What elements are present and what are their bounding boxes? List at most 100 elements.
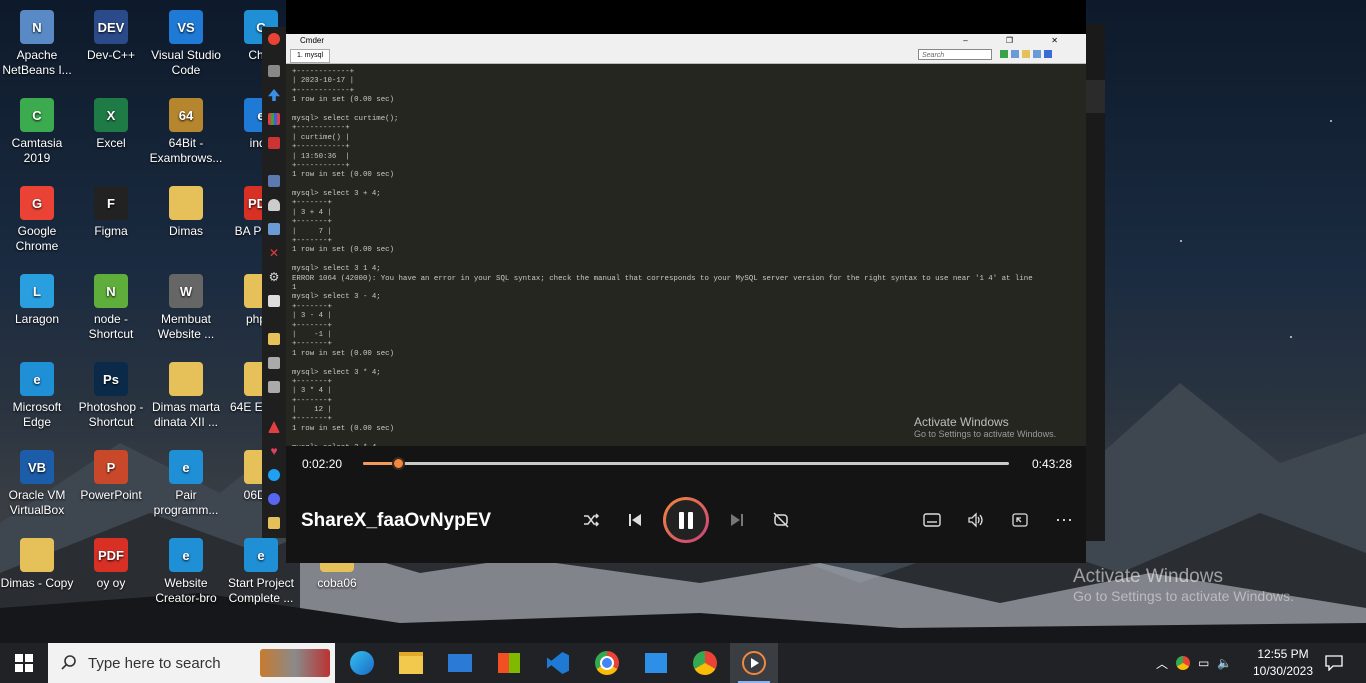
heart-icon[interactable]: ♥ <box>268 445 280 457</box>
film-icon[interactable] <box>268 137 280 149</box>
upload-arrow-icon[interactable] <box>268 89 280 101</box>
desktop-icon[interactable]: N Apache NetBeans I... <box>0 0 74 78</box>
desktop-icon[interactable]: e Pair programm... <box>149 440 223 518</box>
tools-icon[interactable]: ✕ <box>268 247 280 259</box>
clock[interactable]: 12:55 PM 10/30/2023 <box>1248 646 1318 680</box>
list-icon[interactable] <box>268 381 280 393</box>
folder-icon <box>399 652 423 674</box>
taskbar-chrome[interactable] <box>583 643 631 683</box>
desktop-icon[interactable]: W Membuat Website ... <box>149 264 223 342</box>
desktop-icon-label: Dev-C++ <box>86 48 136 62</box>
desktop-icon[interactable]: Nnode - Shortcut <box>74 264 148 342</box>
repeat-off-icon[interactable] <box>769 508 793 532</box>
desktop-icon[interactable]: Ps Photoshop - Shortcut <box>74 352 148 430</box>
monitor-icon[interactable] <box>268 175 280 187</box>
player-controls: 0:02:20 0:43:28 ShareX_faaOvNypEV ⋯ <box>286 446 1086 563</box>
speaker-icon[interactable]: 🔈 <box>1217 656 1232 670</box>
desktop-icon[interactable]: DEV Dev-C++ <box>74 0 148 63</box>
apps-grid-icon[interactable] <box>268 113 280 125</box>
desktop-icon[interactable]: PDF oy oy <box>74 528 148 591</box>
network-icon[interactable]: ▭ <box>1198 656 1209 670</box>
desktop-icon[interactable]: VS Visual Studio Code <box>149 0 223 78</box>
app-icon: PDF <box>94 538 128 572</box>
terminal-line: 1 row in set (0.00 sec) <box>292 246 395 255</box>
chrome-icon[interactable] <box>268 33 280 45</box>
desktop-icon[interactable]: F Figma <box>74 176 148 239</box>
elapsed-time: 0:02:20 <box>302 457 343 471</box>
search-placeholder: Type here to search <box>88 655 221 672</box>
chevron-up-icon[interactable]: ︿ <box>1156 655 1168 672</box>
next-icon[interactable] <box>725 508 749 532</box>
chrome-icon <box>595 651 619 675</box>
taskbar-edge[interactable] <box>338 643 386 683</box>
terminal-line: | 2023-10-17 | <box>292 77 355 86</box>
chrome-tray-icon[interactable] <box>1176 656 1191 670</box>
desktop-icon-label: Website Creator-bro <box>155 576 217 605</box>
captions-icon[interactable] <box>920 508 944 532</box>
desktop-icon[interactable]: 64 64Bit - Exambrows... <box>149 88 223 166</box>
taskbar-chrome-profile[interactable] <box>681 643 729 683</box>
tool-icon[interactable] <box>268 65 280 77</box>
terminal-line: mysql> select curtime(); <box>292 114 399 123</box>
more-options-icon[interactable]: ⋯ <box>1052 508 1076 532</box>
text-icon[interactable] <box>268 295 280 307</box>
desktop-icon-label: Excel <box>96 136 126 150</box>
shuffle-icon[interactable] <box>579 508 603 532</box>
app-icon: e <box>169 538 203 572</box>
desktop-icon[interactable]: Dimas marta dinata XII ... <box>149 352 223 430</box>
app-icon: G <box>20 186 54 220</box>
app-icon: VS <box>169 10 203 44</box>
desktop-icon[interactable]: e Microsoft Edge <box>0 352 74 430</box>
desktop-icon[interactable]: e Website Creator-bro <box>149 528 223 606</box>
printer-icon[interactable] <box>268 223 280 235</box>
volume-icon[interactable] <box>964 508 988 532</box>
gear-icon[interactable]: ⚙ <box>268 271 280 283</box>
desktop-icon[interactable]: C Camtasia 2019 <box>0 88 74 166</box>
twitter-icon[interactable] <box>268 469 280 481</box>
desktop-icon[interactable]: Dimas - Copy <box>0 528 74 591</box>
seek-thumb[interactable] <box>391 457 405 470</box>
clipboard-icon[interactable] <box>268 333 280 345</box>
side-toolbar: ✕ ⚙ ♥ <box>262 27 286 538</box>
discord-icon[interactable] <box>268 493 280 505</box>
notification-center[interactable] <box>1310 643 1358 683</box>
desktop-icon-label: Dimas - Copy <box>0 576 74 590</box>
crown-icon[interactable] <box>268 517 280 529</box>
taskbar-vscode[interactable] <box>534 643 582 683</box>
terminal-line: +-------+ <box>292 321 332 330</box>
terminal-line: +-------+ <box>292 302 332 311</box>
previous-icon[interactable] <box>623 508 647 532</box>
notification-icon <box>1325 655 1343 671</box>
terminal-output: +------------+ | 2023-10-17 | +-----------… <box>292 68 1082 446</box>
desktop-icon[interactable]: VB Oracle VM VirtualBox <box>0 440 74 518</box>
desktop-icon[interactable]: L Laragon <box>0 264 74 327</box>
terminal-line: +-----------+ <box>292 143 350 152</box>
taskbar-search[interactable]: Type here to search <box>48 643 335 683</box>
taskbar: Type here to search ︿ ▭ 🔈 12:55 PM 10/30… <box>0 643 1366 683</box>
seek-bar[interactable] <box>363 457 1009 470</box>
desktop-icon[interactable]: G Google Chrome <box>0 176 74 254</box>
pause-button[interactable] <box>663 497 709 543</box>
mini-player-icon[interactable] <box>1008 508 1032 532</box>
taskbar-store[interactable] <box>485 643 533 683</box>
taskbar-photos[interactable] <box>632 643 680 683</box>
app-icon <box>169 362 203 396</box>
background-window-tab[interactable] <box>1086 80 1105 113</box>
desktop-icon[interactable]: X Excel <box>74 88 148 151</box>
taskbar-file-explorer[interactable] <box>387 643 435 683</box>
taskbar-media-player[interactable] <box>730 643 778 683</box>
desktop-icon[interactable]: Dimas <box>149 176 223 239</box>
keyboard-icon[interactable] <box>268 357 280 369</box>
desktop-icon[interactable]: P PowerPoint <box>74 440 148 503</box>
cone-icon[interactable] <box>268 421 280 433</box>
cloud-icon[interactable] <box>268 199 280 211</box>
terminal-line: 1 row in set (0.00 sec) <box>292 171 395 180</box>
video-activate-watermark: Activate Windows Go to Settings to activ… <box>914 415 1057 439</box>
cmder-window-controls: – ❐ ✕ <box>963 36 1076 45</box>
desktop-icon-label: Pair programm... <box>153 488 219 517</box>
taskbar-mail[interactable] <box>436 643 484 683</box>
star <box>1290 336 1292 338</box>
start-button[interactable] <box>0 643 48 683</box>
edge-icon <box>350 651 374 675</box>
